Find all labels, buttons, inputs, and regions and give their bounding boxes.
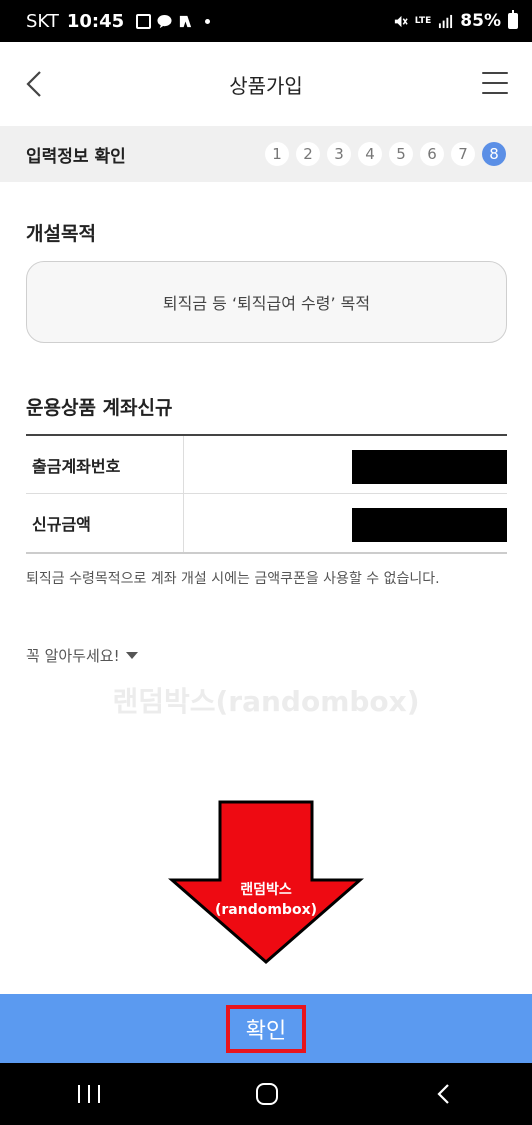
step-indicator: 1 2 3 4 5 6 7 8	[265, 142, 506, 166]
step-progress-bar: 입력정보 확인 1 2 3 4 5 6 7 8	[0, 126, 532, 182]
nav-back-icon[interactable]	[434, 1083, 454, 1105]
new-amount-value	[184, 494, 507, 552]
clock: 10:45	[66, 10, 125, 32]
new-amount-label: 신규금액	[26, 494, 184, 552]
step-7: 7	[451, 142, 475, 166]
withdrawal-account-value	[184, 436, 507, 493]
step-5: 5	[389, 142, 413, 166]
system-nav-bar	[0, 1063, 532, 1125]
confirm-bar[interactable]: 확인	[0, 994, 532, 1063]
app-notification-icon	[180, 15, 192, 27]
arrow-label-line2: (randombox)	[214, 902, 317, 918]
arrow-label: 랜덤박스 (randombox)	[168, 880, 364, 920]
step-6: 6	[420, 142, 444, 166]
step-3: 3	[327, 142, 351, 166]
purpose-value-box: 퇴직금 등 ‘퇴직급여 수령’ 목적	[26, 261, 507, 343]
gallery-icon	[136, 13, 152, 29]
redacted-block	[352, 508, 507, 542]
confirm-button[interactable]: 확인	[225, 1004, 307, 1053]
home-icon[interactable]	[256, 1083, 278, 1105]
must-know-toggle[interactable]: 꼭 알아두세요!	[26, 645, 138, 666]
arrow-label-line1: 랜덤박스	[240, 882, 292, 898]
app-header: 상품가입	[0, 42, 532, 126]
step-4: 4	[358, 142, 382, 166]
more-notifications-icon	[205, 18, 211, 24]
purpose-section-title: 개설목적	[26, 223, 96, 245]
withdrawal-account-label: 출금계좌번호	[26, 436, 184, 493]
coupon-notice: 퇴직금 수령목적으로 계좌 개설 시에는 금액쿠폰을 사용할 수 없습니다.	[26, 571, 440, 587]
signal-icon	[439, 14, 453, 28]
table-row: 출금계좌번호	[26, 436, 507, 494]
mute-icon	[394, 15, 408, 27]
step-2: 2	[296, 142, 320, 166]
watermark: 랜덤박스(randombox)	[112, 685, 420, 718]
step-8-active: 8	[482, 142, 506, 166]
recent-apps-icon[interactable]	[78, 1085, 100, 1103]
status-bar: SKT 10:45 LTE 85%	[0, 0, 532, 42]
account-section-title: 운용상품 계좌신규	[26, 397, 173, 419]
carrier-label: SKT	[26, 10, 59, 32]
must-know-label: 꼭 알아두세요!	[26, 647, 120, 665]
caret-down-icon	[125, 652, 138, 659]
account-info-table: 출금계좌번호 신규금액	[26, 434, 507, 554]
back-arrow-icon[interactable]	[22, 70, 50, 98]
page-title: 상품가입	[229, 73, 303, 98]
network-type: LTE	[414, 15, 432, 26]
talk-icon	[157, 14, 172, 28]
redacted-block	[352, 450, 507, 484]
step-1: 1	[265, 142, 289, 166]
battery-percent: 85%	[460, 11, 501, 31]
table-row: 신규금액	[26, 494, 507, 552]
battery-icon	[508, 10, 518, 29]
hamburger-menu-icon[interactable]	[482, 72, 508, 94]
step-title: 입력정보 확인	[26, 146, 126, 167]
